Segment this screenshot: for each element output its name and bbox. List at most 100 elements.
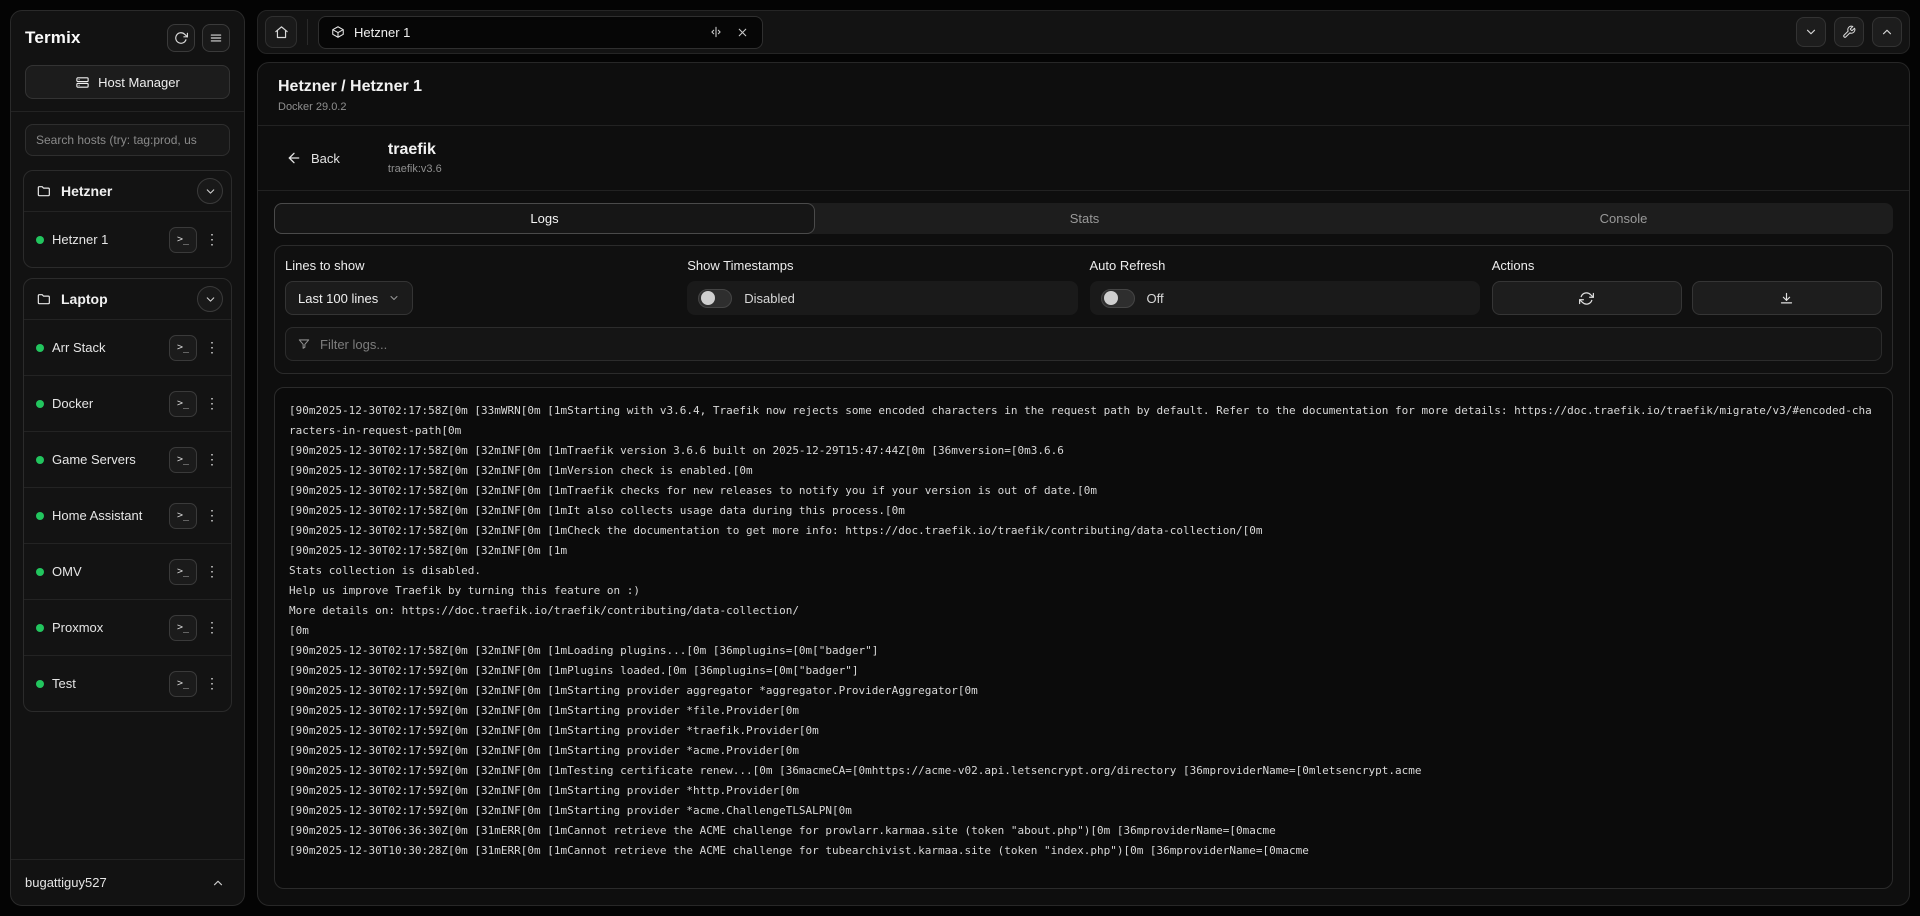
- tab-console[interactable]: Console: [1354, 203, 1893, 234]
- terminal-icon: >_: [177, 622, 189, 633]
- group-header[interactable]: Laptop: [24, 279, 231, 319]
- menu-icon: [209, 31, 223, 45]
- host-menu-button[interactable]: ⋮: [201, 615, 223, 641]
- group-name: Hetzner: [61, 183, 188, 199]
- terminal-icon: >_: [177, 566, 189, 577]
- home-button[interactable]: [265, 16, 297, 48]
- host-item[interactable]: Hetzner 1 >_ ⋮: [24, 211, 231, 267]
- container-header: Back traefik traefik:v3.6: [258, 126, 1909, 191]
- host-item[interactable]: Game Servers >_ ⋮: [24, 431, 231, 487]
- actions-control: Actions: [1492, 258, 1882, 315]
- host-item[interactable]: Docker >_ ⋮: [24, 375, 231, 431]
- open-terminal-button[interactable]: >_: [169, 391, 197, 417]
- host-item[interactable]: Arr Stack >_ ⋮: [24, 319, 231, 375]
- log-line: [90m2025-12-30T02:17:59Z[0m [32mINF[0m […: [289, 761, 1878, 781]
- timestamps-toggle[interactable]: Disabled: [687, 281, 1077, 315]
- host-menu-button[interactable]: ⋮: [201, 559, 223, 585]
- log-line: More details on: https://doc.traefik.io/…: [289, 601, 1878, 621]
- host-name: OMV: [52, 563, 144, 581]
- auto-refresh-toggle[interactable]: Off: [1090, 281, 1480, 315]
- log-line: [0m: [289, 621, 1878, 641]
- open-terminal-button[interactable]: >_: [169, 615, 197, 641]
- log-line: Help us improve Traefik by turning this …: [289, 581, 1878, 601]
- tab-hetzner-1[interactable]: Hetzner 1: [318, 16, 763, 49]
- open-terminal-button[interactable]: >_: [169, 671, 197, 697]
- tab-stats[interactable]: Stats: [815, 203, 1354, 234]
- log-line: [90m2025-12-30T02:17:58Z[0m [32mINF[0m […: [289, 481, 1878, 501]
- online-status-dot: [36, 344, 44, 352]
- scroll-tabs-down-button[interactable]: [1796, 17, 1826, 47]
- sidebar: Termix Host Manager Hetzner: [10, 10, 245, 906]
- terminal-icon: >_: [177, 510, 189, 521]
- chevron-down-icon: [1804, 25, 1818, 39]
- download-logs-button[interactable]: [1692, 281, 1882, 315]
- timestamps-label: Show Timestamps: [687, 258, 1077, 273]
- container-name: traefik: [388, 141, 442, 159]
- refresh-logs-button[interactable]: [1492, 281, 1682, 315]
- open-terminal-button[interactable]: >_: [169, 503, 197, 529]
- log-line: [90m2025-12-30T02:17:58Z[0m [32mINF[0m […: [289, 641, 1878, 661]
- host-name: Game Servers: [52, 451, 144, 469]
- terminal-icon: >_: [177, 342, 189, 353]
- timestamps-value: Disabled: [744, 291, 795, 306]
- server-icon: [75, 75, 90, 90]
- back-label: Back: [311, 151, 340, 166]
- split-view-button[interactable]: [704, 20, 728, 44]
- online-status-dot: [36, 400, 44, 408]
- terminal-icon: >_: [177, 454, 189, 465]
- close-tab-button[interactable]: [730, 20, 754, 44]
- host-name: Home Assistant: [52, 507, 144, 525]
- host-manager-button[interactable]: Host Manager: [25, 65, 230, 99]
- log-line: [90m2025-12-30T02:17:59Z[0m [32mINF[0m […: [289, 741, 1878, 761]
- host-menu-button[interactable]: ⋮: [201, 447, 223, 473]
- host-item[interactable]: Test >_ ⋮: [24, 655, 231, 711]
- docker-version: Docker 29.0.2: [278, 101, 1889, 113]
- host-menu-button[interactable]: ⋮: [201, 335, 223, 361]
- group-header[interactable]: Hetzner: [24, 171, 231, 211]
- open-terminal-button[interactable]: >_: [169, 447, 197, 473]
- split-view-icon: [709, 25, 723, 39]
- log-output[interactable]: [90m2025-12-30T02:17:58Z[0m [33mWRN[0m […: [274, 387, 1893, 889]
- refresh-hosts-button[interactable]: [167, 24, 195, 52]
- open-terminal-button[interactable]: >_: [169, 559, 197, 585]
- lines-select[interactable]: Last 100 lines: [285, 281, 413, 315]
- log-line: [90m2025-12-30T02:17:59Z[0m [32mINF[0m […: [289, 701, 1878, 721]
- host-item[interactable]: Proxmox >_ ⋮: [24, 599, 231, 655]
- host-menu-button[interactable]: ⋮: [201, 227, 223, 253]
- sidebar-menu-button[interactable]: [202, 24, 230, 52]
- topbar-right-actions: [1796, 17, 1902, 47]
- container-detail-panel: Hetzner / Hetzner 1 Docker 29.0.2 Back t…: [257, 62, 1910, 906]
- open-terminal-button[interactable]: >_: [169, 227, 197, 253]
- refresh-icon: [174, 31, 188, 45]
- host-menu-button[interactable]: ⋮: [201, 671, 223, 697]
- host-item[interactable]: Home Assistant >_ ⋮: [24, 487, 231, 543]
- back-button[interactable]: Back: [286, 150, 340, 166]
- host-group-laptop: Laptop Arr Stack >_ ⋮ Docker >_ ⋮: [23, 278, 232, 712]
- user-menu-button[interactable]: [206, 871, 230, 895]
- toggle-knob: [701, 291, 715, 305]
- host-menu-button[interactable]: ⋮: [201, 503, 223, 529]
- host-manager-label: Host Manager: [98, 75, 180, 90]
- log-line: [90m2025-12-30T02:17:59Z[0m [32mINF[0m […: [289, 681, 1878, 701]
- scroll-tabs-up-button[interactable]: [1872, 17, 1902, 47]
- lines-to-show-label: Lines to show: [285, 258, 675, 273]
- chevron-down-icon: [204, 185, 217, 198]
- filter-logs-input[interactable]: [320, 337, 1870, 352]
- app-title: Termix: [25, 28, 81, 48]
- search-input[interactable]: [25, 124, 230, 156]
- container-image: traefik:v3.6: [388, 163, 442, 175]
- tools-button[interactable]: [1834, 17, 1864, 47]
- timestamps-control: Show Timestamps Disabled: [687, 258, 1077, 315]
- open-terminal-button[interactable]: >_: [169, 335, 197, 361]
- tab-logs[interactable]: Logs: [274, 203, 815, 234]
- divider: [11, 111, 244, 112]
- host-name: Hetzner 1: [52, 231, 144, 249]
- kebab-icon: ⋮: [205, 232, 219, 248]
- host-item[interactable]: OMV >_ ⋮: [24, 543, 231, 599]
- terminal-icon: >_: [177, 398, 189, 409]
- collapse-group-button[interactable]: [197, 178, 223, 204]
- host-menu-button[interactable]: ⋮: [201, 391, 223, 417]
- collapse-group-button[interactable]: [197, 286, 223, 312]
- folder-icon: [36, 291, 52, 307]
- log-line: [90m2025-12-30T02:17:58Z[0m [32mINF[0m […: [289, 541, 1878, 561]
